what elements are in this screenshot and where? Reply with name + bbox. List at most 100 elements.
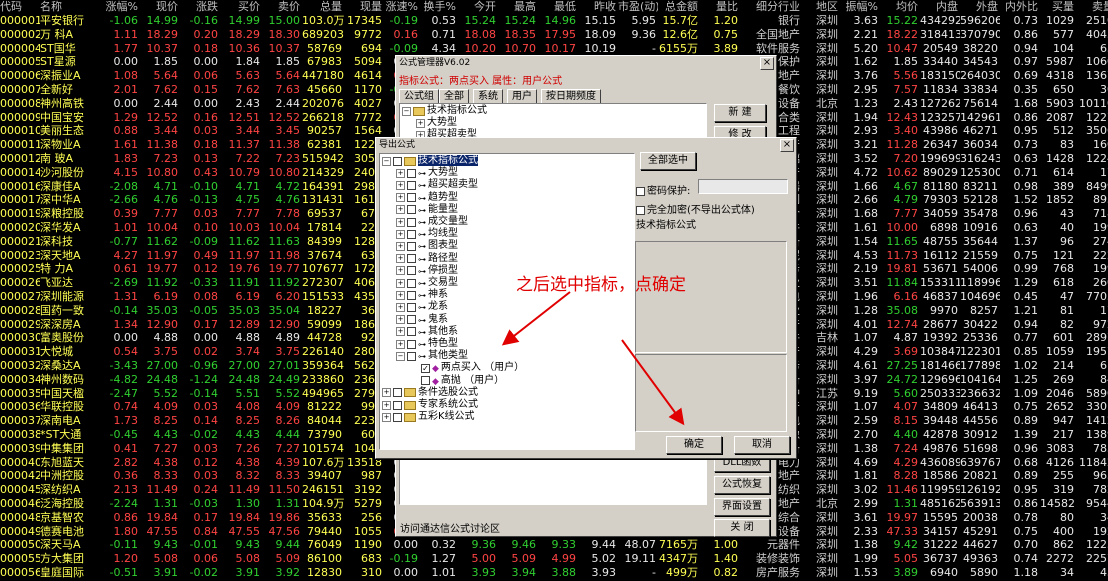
tab-user[interactable]: 用户 xyxy=(507,89,537,104)
select-all-button[interactable]: 全部选中 xyxy=(640,152,696,170)
formula-tree-group[interactable]: + 五彩K线公式 xyxy=(382,411,475,423)
tree-checkbox[interactable]: ✓ xyxy=(421,363,430,373)
tree-checkbox[interactable] xyxy=(407,278,416,288)
expand-icon[interactable]: + xyxy=(396,254,405,264)
column-header[interactable]: 最高 xyxy=(498,0,538,14)
expand-icon[interactable]: + xyxy=(382,400,391,410)
expand-icon[interactable]: + xyxy=(396,229,405,239)
table-row[interactable]: 000050 深天马A -0.11 9.43 -0.01 9.43 9.44 76049 119… xyxy=(0,538,1108,552)
table-row[interactable]: 000001 平安银行 -1.06 14.99 -0.16 14.99 15.00 103.0… xyxy=(0,14,1108,28)
table-row[interactable]: 000055 方大集团 1.20 5.08 0.06 5.08 5.09 86100 683 -0… xyxy=(0,552,1108,566)
password-input[interactable] xyxy=(698,179,788,194)
tree-checkbox[interactable] xyxy=(407,266,416,276)
column-header[interactable]: 地区 xyxy=(802,0,840,14)
expand-icon[interactable]: + xyxy=(396,217,405,227)
column-header[interactable]: 现价 xyxy=(140,0,180,14)
close-button[interactable]: 关 闭 xyxy=(714,519,770,537)
tree-checkbox[interactable] xyxy=(407,229,416,239)
expand-icon[interactable]: + xyxy=(396,339,405,349)
column-header[interactable]: 内外比 xyxy=(1000,0,1040,14)
interface-settings-button[interactable]: 界面设置 xyxy=(714,498,770,516)
column-header[interactable]: 昨收 xyxy=(578,0,618,14)
tree-checkbox[interactable] xyxy=(407,205,416,215)
column-header[interactable]: 卖量 xyxy=(1076,0,1108,14)
export-formula-tree[interactable]: − 技术指标公式 + ⊶ 大势型 + ⊶ 超买超卖型 + ⊶ 趋势型 + ⊶ 能量型 + ⊶ 成交量型 + ⊶ 均线型… xyxy=(379,153,635,450)
tree-checkbox[interactable] xyxy=(407,339,416,349)
tree-checkbox[interactable] xyxy=(393,400,402,410)
expand-icon[interactable]: + xyxy=(396,205,405,215)
tree-checkbox[interactable] xyxy=(407,193,416,203)
formula-tree-group[interactable]: + ⊶ 图表型 xyxy=(396,240,458,252)
tree-checkbox[interactable] xyxy=(421,376,430,386)
expand-icon[interactable]: + xyxy=(396,278,405,288)
new-formula-button[interactable]: 新 建 xyxy=(714,104,766,122)
tree-checkbox[interactable] xyxy=(393,156,402,166)
encrypt-checkbox[interactable] xyxy=(636,205,645,215)
expand-icon[interactable]: + xyxy=(396,193,405,203)
column-header[interactable]: 换手% xyxy=(420,0,458,14)
column-header[interactable]: 今开 xyxy=(458,0,498,14)
expand-icon[interactable]: + xyxy=(396,290,405,300)
formula-tree-group[interactable]: − ⊶ 其他类型 xyxy=(396,350,468,362)
column-header[interactable]: 卖价 xyxy=(262,0,302,14)
tree-checkbox[interactable] xyxy=(407,180,416,190)
expand-icon[interactable]: + xyxy=(396,315,405,325)
expand-icon[interactable]: + xyxy=(416,118,425,128)
formula-tree-group[interactable]: + ⊶ 神系 xyxy=(396,289,448,301)
formula-tree-group[interactable]: + ⊶ 均线型 xyxy=(396,228,458,240)
collapse-icon[interactable]: − xyxy=(402,106,411,116)
tree-checkbox[interactable] xyxy=(407,351,416,361)
column-header[interactable]: 买量 xyxy=(1040,0,1076,14)
table-row[interactable]: 000002 万 科A 1.11 18.29 0.20 18.29 18.30 689203 9… xyxy=(0,28,1108,42)
formula-tree-item[interactable]: ✓ ◆ 两点买入 （用户） xyxy=(410,362,524,374)
column-header[interactable]: 内盘 xyxy=(920,0,960,14)
formula-tree-group[interactable]: + ⊶ 停损型 xyxy=(396,265,458,277)
formula-tree-group[interactable]: + 专家系统公式 xyxy=(382,399,478,411)
expand-icon[interactable]: + xyxy=(396,180,405,190)
formula-tree-group[interactable]: + 条件选股公式 xyxy=(382,387,478,399)
ok-button[interactable]: 确定 xyxy=(666,436,722,454)
column-header[interactable]: 名称 xyxy=(40,0,100,14)
expand-icon[interactable]: + xyxy=(396,327,405,337)
restore-formula-button[interactable]: 公式恢复 xyxy=(714,476,770,494)
column-header[interactable]: 振幅% xyxy=(840,0,880,14)
expand-icon[interactable]: + xyxy=(396,168,405,178)
column-header[interactable]: 外盘 xyxy=(960,0,1000,14)
tree-checkbox[interactable] xyxy=(407,241,416,251)
formula-tree-group[interactable]: + ⊶ 超买超卖型 xyxy=(396,179,478,191)
table-row[interactable]: 000004 ST国华 1.77 10.37 0.18 10.36 10.37 58769 69… xyxy=(0,42,1108,56)
column-header[interactable]: 最低 xyxy=(538,0,578,14)
forum-link[interactable]: 访问通达信公式讨论区 xyxy=(400,520,500,535)
expand-icon[interactable]: + xyxy=(382,388,391,398)
tab-by-date-frequency[interactable]: 按日期频度 xyxy=(541,89,601,104)
tab-all[interactable]: 全部 xyxy=(439,89,469,104)
formula-tree-group[interactable]: + ⊶ 趋势型 xyxy=(396,192,458,204)
expand-icon[interactable]: + xyxy=(396,241,405,251)
column-header[interactable]: 涨跌 xyxy=(180,0,220,14)
tree-checkbox[interactable] xyxy=(407,315,416,325)
expand-icon[interactable]: + xyxy=(396,266,405,276)
column-header[interactable]: 细分行业 xyxy=(740,0,802,14)
column-header[interactable]: 均价 xyxy=(880,0,920,14)
column-header[interactable]: 总量 xyxy=(302,0,344,14)
column-header[interactable]: 买价 xyxy=(220,0,262,14)
formula-tree-group[interactable]: + ⊶ 能量型 xyxy=(396,204,458,216)
column-header[interactable]: 涨幅% xyxy=(100,0,140,14)
password-checkbox[interactable] xyxy=(636,186,645,196)
column-header[interactable]: 市盈(动) xyxy=(618,0,658,14)
column-header[interactable]: 总金额 xyxy=(658,0,700,14)
column-header[interactable]: 现量 xyxy=(344,0,384,14)
column-header[interactable]: 代码 xyxy=(0,0,40,14)
column-header[interactable]: 量比 xyxy=(700,0,740,14)
tree-checkbox[interactable] xyxy=(393,388,402,398)
tree-checkbox[interactable] xyxy=(407,254,416,264)
tree-checkbox[interactable] xyxy=(407,327,416,337)
formula-tree-group[interactable]: − 技术指标公式 xyxy=(382,155,478,167)
formula-tree-group[interactable]: + ⊶ 大势型 xyxy=(396,167,458,179)
collapse-icon[interactable]: − xyxy=(396,351,405,361)
tree-checkbox[interactable] xyxy=(393,412,402,422)
cancel-button[interactable]: 取消 xyxy=(734,436,790,454)
collapse-icon[interactable]: − xyxy=(382,156,391,166)
tree-checkbox[interactable] xyxy=(407,217,416,227)
tab-formula-group[interactable]: 公式组 xyxy=(399,89,439,104)
